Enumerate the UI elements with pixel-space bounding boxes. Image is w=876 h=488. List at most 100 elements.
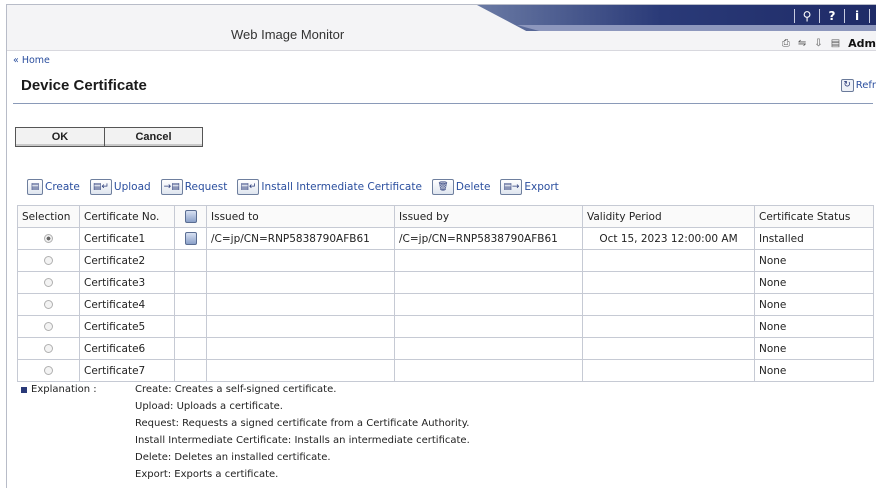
download-icon[interactable]: ⇩ bbox=[814, 38, 822, 49]
detail-cell bbox=[174, 315, 207, 338]
network-icon[interactable]: ⇋ bbox=[798, 38, 806, 49]
validity-period-cell bbox=[582, 315, 755, 338]
selection-cell bbox=[17, 249, 80, 272]
explanation-row: Delete: Deletes an installed certificate… bbox=[21, 449, 470, 466]
detail-cell bbox=[174, 249, 207, 272]
certificate-status-cell: None bbox=[754, 359, 874, 382]
document-icon[interactable]: ▤ bbox=[831, 38, 840, 49]
install-icon: ▤↵ bbox=[237, 179, 260, 195]
issued-to-cell: /C=jp/CN=RNP5838790AFB61 bbox=[206, 227, 395, 250]
detail-icon bbox=[184, 210, 197, 223]
detail-cell bbox=[174, 293, 207, 316]
delete-button[interactable]: 🗑 Delete bbox=[431, 179, 491, 195]
selection-cell bbox=[17, 359, 80, 382]
explanation-row: Export: Exports a certificate. bbox=[21, 466, 470, 483]
action-buttons: OK Cancel bbox=[15, 127, 203, 147]
divider bbox=[794, 9, 795, 23]
col-issued-by: Issued by bbox=[394, 205, 583, 228]
detail-cell bbox=[174, 227, 207, 250]
table-row: Certificate4 None bbox=[17, 293, 874, 316]
help-icon[interactable]: ? bbox=[826, 9, 838, 23]
col-certificate-status: Certificate Status bbox=[754, 205, 874, 228]
certificate-status-cell: Installed bbox=[754, 227, 874, 250]
selection-radio[interactable] bbox=[44, 322, 53, 331]
issued-to-cell bbox=[206, 271, 395, 294]
table-row: Certificate5 None bbox=[17, 315, 874, 338]
export-button[interactable]: ▤→ Export bbox=[500, 179, 559, 195]
export-icon: ▤→ bbox=[500, 179, 523, 195]
validity-period-cell bbox=[582, 249, 755, 272]
certificate-status-cell: None bbox=[754, 315, 874, 338]
issued-by-cell bbox=[394, 271, 583, 294]
issued-to-cell bbox=[206, 249, 395, 272]
refresh-label: Refr bbox=[855, 80, 876, 91]
header-swoosh-accent bbox=[517, 25, 876, 31]
selection-radio[interactable] bbox=[44, 278, 53, 287]
selection-cell bbox=[17, 337, 80, 360]
certificate-table: Selection Certificate No. Issued to Issu… bbox=[17, 205, 874, 382]
refresh-icon: ↻ bbox=[840, 79, 854, 92]
selection-cell bbox=[17, 227, 80, 250]
delete-label: Delete bbox=[455, 181, 491, 193]
explanation-line: Create: Creates a self-signed certificat… bbox=[135, 384, 337, 395]
info-icon[interactable]: i bbox=[851, 9, 863, 23]
selection-radio[interactable] bbox=[44, 234, 53, 243]
table-row: Certificate7 None bbox=[17, 359, 874, 382]
issued-by-cell bbox=[394, 315, 583, 338]
issued-by-cell bbox=[394, 293, 583, 316]
app-title: Web Image Monitor bbox=[231, 27, 345, 42]
upload-icon: ▤↵ bbox=[89, 179, 112, 195]
selection-radio[interactable] bbox=[44, 300, 53, 309]
issued-to-cell bbox=[206, 337, 395, 360]
refresh-button[interactable]: ↻ Refr bbox=[840, 79, 876, 92]
explanation-line: Request: Requests a signed certificate f… bbox=[135, 418, 470, 429]
explanation: Explanation : Create: Creates a self-sig… bbox=[21, 381, 470, 483]
explanation-label: Explanation : bbox=[31, 384, 97, 395]
detail-cell bbox=[174, 337, 207, 360]
install-intermediate-button[interactable]: ▤↵ Install Intermediate Certificate bbox=[237, 179, 422, 195]
certificate-detail-icon[interactable] bbox=[184, 232, 197, 245]
certificate-toolbar: ▤ Create ▤↵ Upload →▤ Request ▤↵ Install… bbox=[27, 179, 559, 195]
install-label: Install Intermediate Certificate bbox=[261, 181, 422, 193]
certificate-status-cell: None bbox=[754, 271, 874, 294]
home-link[interactable]: « Home bbox=[13, 55, 50, 66]
selection-radio[interactable] bbox=[44, 256, 53, 265]
upload-button[interactable]: ▤↵ Upload bbox=[89, 179, 151, 195]
validity-period-cell bbox=[582, 271, 755, 294]
divider bbox=[844, 9, 845, 23]
divider bbox=[869, 9, 870, 23]
detail-cell bbox=[174, 359, 207, 382]
selection-cell bbox=[17, 271, 80, 294]
ok-button[interactable]: OK bbox=[15, 127, 105, 147]
selection-radio[interactable] bbox=[44, 344, 53, 353]
explanation-line: Install Intermediate Certificate: Instal… bbox=[135, 435, 470, 446]
validity-period-cell: Oct 15, 2023 12:00:00 AM bbox=[582, 227, 755, 250]
validity-period-cell bbox=[582, 359, 755, 382]
header-icon-bar: ⚲ ? i bbox=[788, 9, 876, 23]
title-divider bbox=[13, 103, 873, 104]
certificate-no-cell: Certificate3 bbox=[79, 271, 175, 294]
search-icon[interactable]: ⚲ bbox=[801, 9, 813, 23]
certificate-no-cell: Certificate6 bbox=[79, 337, 175, 360]
table-row: Certificate6 None bbox=[17, 337, 874, 360]
certificate-status-cell: None bbox=[754, 249, 874, 272]
certificate-status-cell: None bbox=[754, 293, 874, 316]
export-label: Export bbox=[524, 181, 559, 193]
table-row: Certificate3 None bbox=[17, 271, 874, 294]
create-icon: ▤ bbox=[27, 179, 43, 195]
page-frame: Web Image Monitor ⚲ ? i ⎙ ⇋ ⇩ ▤ Adm « Ho… bbox=[6, 4, 876, 488]
upload-label: Upload bbox=[113, 181, 151, 193]
cancel-button[interactable]: Cancel bbox=[105, 127, 203, 147]
user-label[interactable]: Adm bbox=[848, 37, 876, 50]
request-button[interactable]: →▤ Request bbox=[160, 179, 227, 195]
explanation-line: Export: Exports a certificate. bbox=[135, 469, 279, 480]
request-icon: →▤ bbox=[160, 179, 183, 195]
selection-radio[interactable] bbox=[44, 366, 53, 375]
printer-icon[interactable]: ⎙ bbox=[782, 38, 790, 49]
explanation-label-wrap: Explanation : bbox=[21, 381, 135, 398]
create-button[interactable]: ▤ Create bbox=[27, 179, 80, 195]
explanation-line: Delete: Deletes an installed certificate… bbox=[135, 452, 331, 463]
validity-period-cell bbox=[582, 337, 755, 360]
